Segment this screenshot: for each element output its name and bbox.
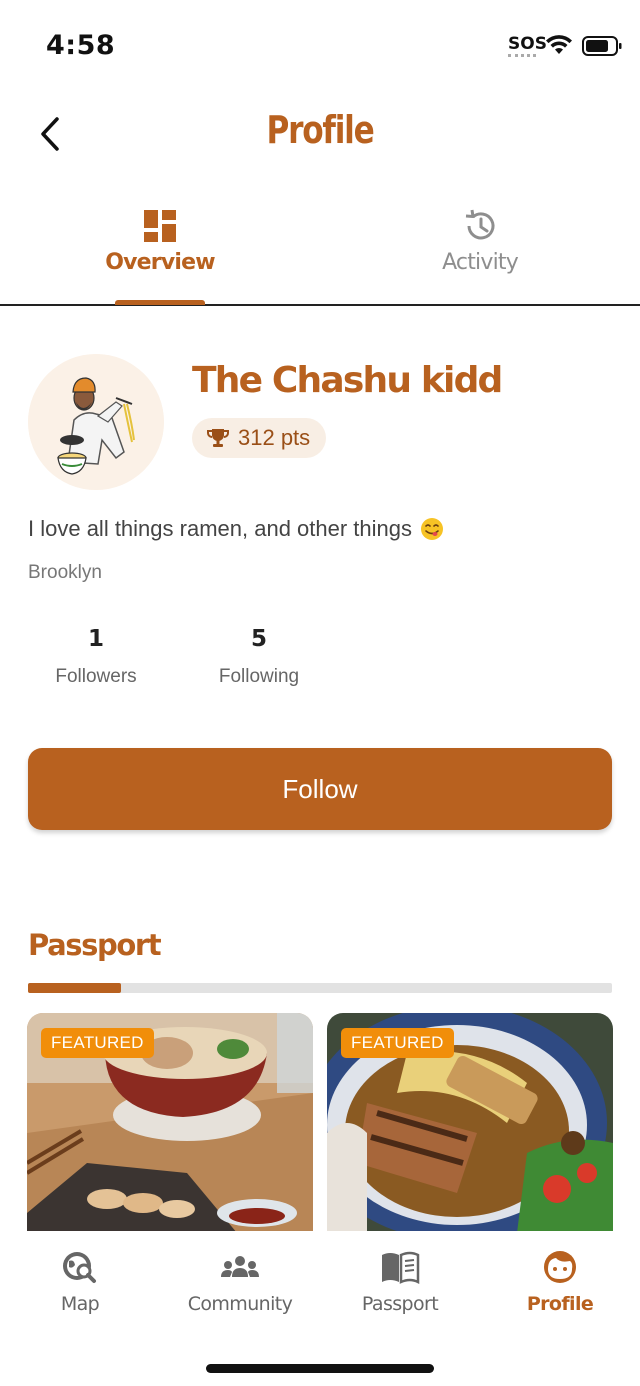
passport-progress-bar — [28, 983, 612, 993]
followers-label: Followers — [55, 666, 137, 687]
avatar-illustration — [28, 354, 164, 490]
nav-passport[interactable]: Passport — [320, 1249, 480, 1329]
home-indicator — [206, 1364, 434, 1373]
profile-bio: I love all things ramen, and other thing… — [28, 516, 444, 542]
passport-section-title: Passport — [28, 928, 162, 962]
profile-tabs: Overview Activity — [0, 196, 640, 306]
yum-face-emoji-icon — [421, 518, 444, 540]
following-stat[interactable]: 5 Following — [206, 626, 312, 688]
points-value: 312 pts — [238, 425, 311, 450]
nav-community-label: Community — [187, 1293, 293, 1315]
bio-text: I love all things ramen, and other thing… — [28, 516, 413, 541]
wifi-icon — [546, 35, 572, 54]
status-bar: 4:58 SOS — [0, 0, 640, 92]
nav-community[interactable]: Community — [160, 1249, 320, 1329]
nav-map[interactable]: Map — [0, 1249, 160, 1329]
follow-button[interactable]: Follow — [28, 748, 612, 830]
featured-badge: FEATURED — [41, 1028, 154, 1058]
page-title: Profile — [266, 108, 374, 152]
tab-activity-label: Activity — [442, 250, 519, 275]
followers-count: 1 — [87, 626, 104, 652]
active-tab-indicator — [115, 300, 205, 305]
trophy-icon — [207, 429, 229, 447]
book-icon — [382, 1251, 420, 1285]
nav-profile-label: Profile — [526, 1293, 594, 1315]
sos-label: SOS — [508, 34, 547, 54]
bottom-tab-bar: Map Community Passport Profile — [0, 1231, 640, 1386]
dashboard-grid-icon — [144, 210, 176, 242]
tab-overview[interactable]: Overview — [0, 196, 320, 304]
history-icon — [465, 209, 495, 240]
tab-overview-label: Overview — [105, 250, 215, 275]
followers-stat[interactable]: 1 Followers — [42, 626, 150, 688]
profile-face-icon — [544, 1251, 576, 1283]
following-label: Following — [218, 666, 300, 687]
nav-passport-label: Passport — [361, 1293, 439, 1315]
map-search-icon — [63, 1252, 96, 1283]
nav-header: Profile — [0, 92, 640, 176]
featured-badge: FEATURED — [341, 1028, 454, 1058]
battery-icon — [582, 36, 622, 56]
community-icon — [221, 1256, 259, 1277]
profile-location: Brooklyn — [28, 562, 102, 583]
following-count: 5 — [250, 626, 267, 652]
status-time: 4:58 — [46, 30, 116, 61]
passport-card[interactable]: FEATURED — [27, 1013, 313, 1233]
points-badge: 312 pts — [192, 418, 327, 458]
profile-name: The Chashu kidd — [192, 360, 503, 401]
nav-map-label: Map — [60, 1293, 100, 1315]
passport-progress-fill — [28, 983, 122, 993]
nav-profile[interactable]: Profile — [480, 1249, 640, 1329]
passport-card[interactable]: FEATURED — [327, 1013, 613, 1233]
avatar[interactable] — [28, 354, 164, 490]
sos-indicator: SOS — [508, 34, 547, 57]
tab-activity[interactable]: Activity — [320, 196, 640, 304]
